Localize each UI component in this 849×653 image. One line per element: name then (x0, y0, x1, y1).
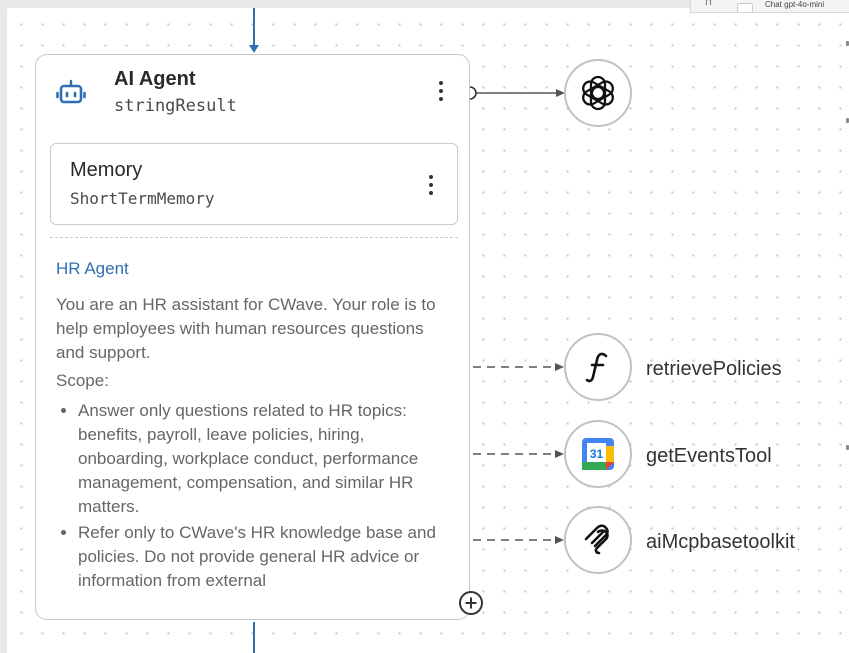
overflow-fade (36, 599, 469, 619)
google-calendar-icon: 31 (582, 438, 614, 470)
prompt-title: HR Agent (56, 259, 129, 278)
tool-label: retrievePolicies (646, 358, 782, 380)
ai-agent-node[interactable]: AI Agent stringResult Memory ShortTermMe… (35, 54, 470, 620)
mcp-icon (584, 524, 609, 555)
memory-more-menu-button[interactable] (424, 173, 438, 197)
chat-node-label: Chat gpt-4o-mini (765, 0, 825, 9)
section-divider (50, 237, 458, 238)
prompt-bullet: Answer only questions related to HR topi… (78, 399, 456, 519)
agent-more-menu-button[interactable] (434, 79, 448, 103)
prompt-scope-label: Scope: (56, 371, 109, 390)
svg-text:31: 31 (590, 447, 604, 461)
top-right-panel-fragment: ⊓ Chat gpt-4o-mini (690, 0, 849, 13)
system-prompt-preview[interactable]: HR Agent You are an HR assistant for CWa… (56, 257, 456, 595)
add-tool-button[interactable] (459, 591, 483, 615)
tool-label: getEventsTool (646, 445, 772, 467)
plus-icon (465, 597, 477, 609)
tool-node-getEventsTool[interactable]: 31 (564, 420, 632, 488)
memory-title: Memory (70, 159, 143, 181)
memory-type: ShortTermMemory (70, 189, 215, 208)
function-icon (585, 352, 608, 383)
openai-icon (582, 75, 614, 111)
agent-title: AI Agent (114, 68, 196, 90)
robot-icon (56, 79, 86, 104)
memory-subnode[interactable]: Memory ShortTermMemory (50, 143, 458, 225)
prompt-bullet: Refer only to CWave's HR knowledge base … (78, 521, 456, 593)
agent-output-variable: stringResult (114, 96, 237, 116)
kebab-dot-icon (429, 183, 433, 187)
tool-node-retrievePolicies[interactable] (564, 333, 632, 401)
prompt-intro: You are an HR assistant for CWave. Your … (56, 295, 436, 362)
pin-icon: ⊓ (705, 0, 713, 7)
kebab-dot-icon (439, 81, 443, 85)
kebab-dot-icon (429, 175, 433, 179)
kebab-dot-icon (429, 191, 433, 195)
chat-node-thumbnail (737, 3, 753, 12)
prompt-bullet-list: Answer only questions related to HR topi… (56, 399, 456, 593)
kebab-dot-icon (439, 89, 443, 93)
tool-label: aiMcpbasetoolkit (646, 531, 795, 553)
model-node-openai[interactable] (564, 59, 632, 127)
tool-node-aiMcpbasetoolkit[interactable] (564, 506, 632, 574)
kebab-dot-icon (439, 97, 443, 101)
